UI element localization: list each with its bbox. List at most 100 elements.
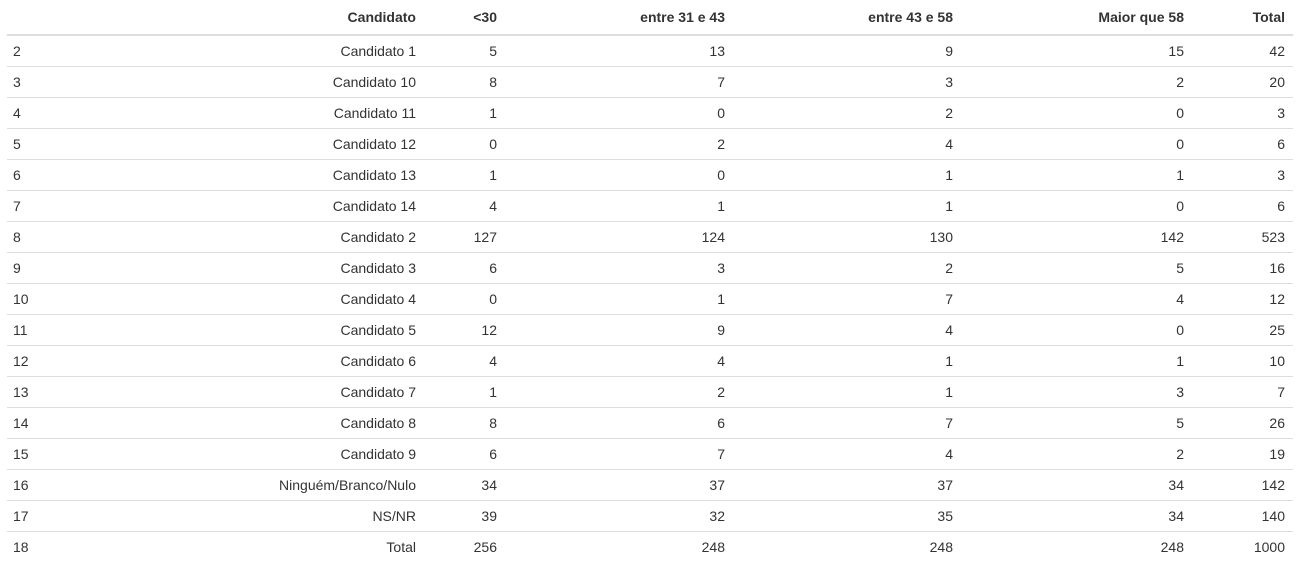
cell-over-58: 142	[961, 221, 1192, 253]
cell-under-30: 34	[424, 469, 505, 501]
cell-total: 25	[1192, 314, 1293, 346]
table-row: 9 Candidato 3 6 3 2 5 16	[7, 252, 1293, 284]
cell-under-30: 1	[424, 376, 505, 408]
cell-total: 42	[1192, 34, 1293, 67]
cell-candidato: Candidato 5	[157, 314, 424, 346]
cell-candidato: Candidato 14	[157, 190, 424, 222]
cell-age-31-43: 32	[505, 500, 733, 532]
cell-index: 2	[7, 34, 157, 67]
cell-index: 14	[7, 407, 157, 439]
table-body: 2 Candidato 1 5 13 9 15 42 3 Candidato 10 8 7 3 2 20 4…	[7, 34, 1293, 562]
cell-age-31-43: 0	[505, 97, 733, 129]
cell-age-43-58: 9	[733, 34, 961, 67]
cell-under-30: 0	[424, 283, 505, 315]
cell-under-30: 4	[424, 190, 505, 222]
cell-under-30: 6	[424, 438, 505, 470]
cell-index: 15	[7, 438, 157, 470]
candidate-age-table: Candidato <30 entre 31 e 43 entre 43 e 58 Ma…	[7, 0, 1293, 562]
cell-age-43-58: 2	[733, 97, 961, 129]
table-row: 5 Candidato 12 0 2 4 0 6	[7, 128, 1293, 160]
cell-age-31-43: 13	[505, 34, 733, 67]
cell-under-30: 8	[424, 66, 505, 98]
cell-age-31-43: 248	[505, 531, 733, 562]
cell-age-43-58: 2	[733, 252, 961, 284]
cell-age-43-58: 7	[733, 407, 961, 439]
table-row: 14 Candidato 8 8 6 7 5 26	[7, 407, 1293, 439]
header-row: Candidato <30 entre 31 e 43 entre 43 e 58 Ma…	[7, 0, 1293, 36]
cell-total: 10	[1192, 345, 1293, 377]
cell-over-58: 0	[961, 314, 1192, 346]
cell-total: 1000	[1192, 531, 1293, 562]
table-row: 11 Candidato 5 12 9 4 0 25	[7, 314, 1293, 346]
cell-over-58: 2	[961, 66, 1192, 98]
table-row: 6 Candidato 13 1 0 1 1 3	[7, 159, 1293, 191]
cell-candidato: Candidato 1	[157, 34, 424, 67]
cell-total: 140	[1192, 500, 1293, 532]
cell-over-58: 5	[961, 407, 1192, 439]
cell-under-30: 39	[424, 500, 505, 532]
cell-age-31-43: 3	[505, 252, 733, 284]
cell-total: 19	[1192, 438, 1293, 470]
column-header-index	[7, 0, 157, 36]
cell-age-31-43: 2	[505, 128, 733, 160]
table-row: 8 Candidato 2 127 124 130 142 523	[7, 221, 1293, 253]
cell-over-58: 248	[961, 531, 1192, 562]
cell-candidato: Candidato 7	[157, 376, 424, 408]
cell-index: 7	[7, 190, 157, 222]
cell-age-43-58: 1	[733, 345, 961, 377]
column-header-age-31-43: entre 31 e 43	[505, 0, 733, 36]
cell-age-43-58: 4	[733, 128, 961, 160]
cell-age-31-43: 0	[505, 159, 733, 191]
cell-age-43-58: 1	[733, 159, 961, 191]
table-row: 4 Candidato 11 1 0 2 0 3	[7, 97, 1293, 129]
table-row: 18 Total 256 248 248 248 1000	[7, 531, 1293, 562]
cell-under-30: 4	[424, 345, 505, 377]
cell-index: 3	[7, 66, 157, 98]
cell-candidato: Candidato 4	[157, 283, 424, 315]
cell-age-43-58: 130	[733, 221, 961, 253]
cell-over-58: 4	[961, 283, 1192, 315]
cell-candidato: Candidato 9	[157, 438, 424, 470]
column-header-age-43-58: entre 43 e 58	[733, 0, 961, 36]
cell-index: 4	[7, 97, 157, 129]
cell-total: 12	[1192, 283, 1293, 315]
cell-total: 20	[1192, 66, 1293, 98]
column-header-over-58: Maior que 58	[961, 0, 1192, 36]
cell-candidato: Candidato 2	[157, 221, 424, 253]
cell-total: 142	[1192, 469, 1293, 501]
cell-age-43-58: 3	[733, 66, 961, 98]
cell-index: 13	[7, 376, 157, 408]
cell-index: 8	[7, 221, 157, 253]
cell-age-31-43: 4	[505, 345, 733, 377]
cell-under-30: 5	[424, 34, 505, 67]
cell-candidato: Candidato 8	[157, 407, 424, 439]
cell-over-58: 1	[961, 159, 1192, 191]
cell-index: 18	[7, 531, 157, 562]
table-row: 12 Candidato 6 4 4 1 1 10	[7, 345, 1293, 377]
cell-age-31-43: 9	[505, 314, 733, 346]
cell-age-31-43: 1	[505, 190, 733, 222]
cell-age-31-43: 37	[505, 469, 733, 501]
cell-index: 6	[7, 159, 157, 191]
cell-age-43-58: 37	[733, 469, 961, 501]
cell-over-58: 34	[961, 500, 1192, 532]
column-header-total: Total	[1192, 0, 1293, 36]
cell-total: 26	[1192, 407, 1293, 439]
cell-candidato: Candidato 13	[157, 159, 424, 191]
column-header-candidato: Candidato	[157, 0, 424, 36]
cell-age-31-43: 6	[505, 407, 733, 439]
cell-index: 10	[7, 283, 157, 315]
cell-age-43-58: 1	[733, 376, 961, 408]
cell-candidato: Total	[157, 531, 424, 562]
cell-over-58: 34	[961, 469, 1192, 501]
cell-candidato: NS/NR	[157, 500, 424, 532]
cell-candidato: Candidato 6	[157, 345, 424, 377]
cell-total: 16	[1192, 252, 1293, 284]
cell-total: 523	[1192, 221, 1293, 253]
cell-under-30: 8	[424, 407, 505, 439]
cell-under-30: 1	[424, 159, 505, 191]
cell-over-58: 3	[961, 376, 1192, 408]
cell-index: 5	[7, 128, 157, 160]
cell-index: 12	[7, 345, 157, 377]
data-table-container: Candidato <30 entre 31 e 43 entre 43 e 58 Ma…	[7, 0, 1293, 562]
